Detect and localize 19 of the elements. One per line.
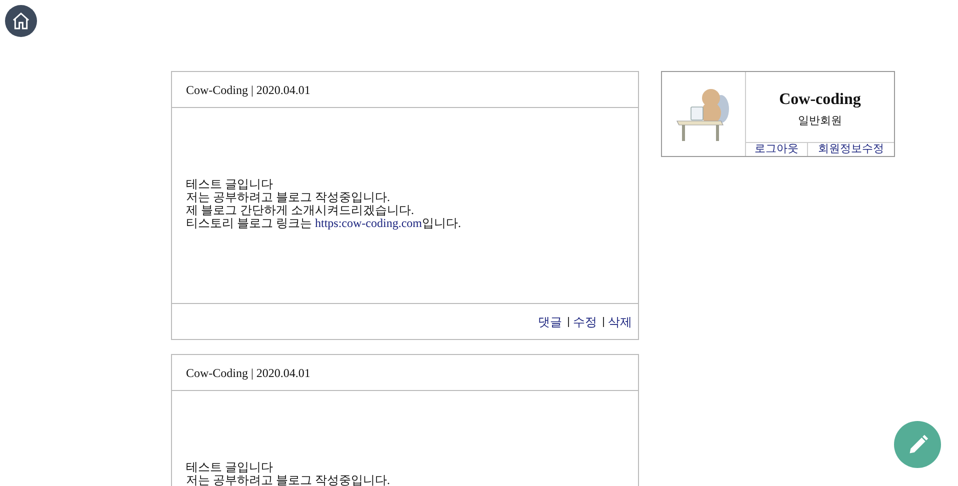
home-icon	[11, 11, 31, 31]
post-action-link[interactable]: 수정	[568, 316, 597, 326]
profile-name: Cow-coding	[779, 92, 861, 108]
blog-link[interactable]: https:cow-coding.com	[315, 216, 422, 230]
post-header: Cow-Coding | 2020.04.01	[186, 364, 310, 382]
post-text-line: 제 블로그 간단하게 소개시켜드리겠습니다.	[186, 204, 415, 217]
post-text-line: 티스토리 블로그 링크는 https:cow-coding.com입니다.	[186, 217, 462, 230]
post-text-line: 테스트 글입니다	[186, 178, 274, 191]
member-level: 일반회원	[798, 116, 842, 126]
write-button[interactable]	[894, 421, 941, 468]
post-action-link[interactable]: 삭제	[603, 316, 632, 326]
post-text-line: 테스트 글입니다	[186, 461, 274, 474]
post-header: Cow-Coding | 2020.04.01	[186, 82, 310, 98]
post-text-line: 저는 공부하려고 블로그 작성중입니다.	[186, 474, 391, 486]
profile-link-button[interactable]: 로그아웃	[746, 143, 808, 156]
profile-link-button[interactable]: 회원정보수정	[808, 143, 894, 156]
home-button[interactable]	[5, 5, 37, 37]
post-action-link[interactable]: 댓글	[538, 316, 562, 326]
post-text-line: 저는 공부하려고 블로그 작성중입니다.	[186, 191, 391, 204]
